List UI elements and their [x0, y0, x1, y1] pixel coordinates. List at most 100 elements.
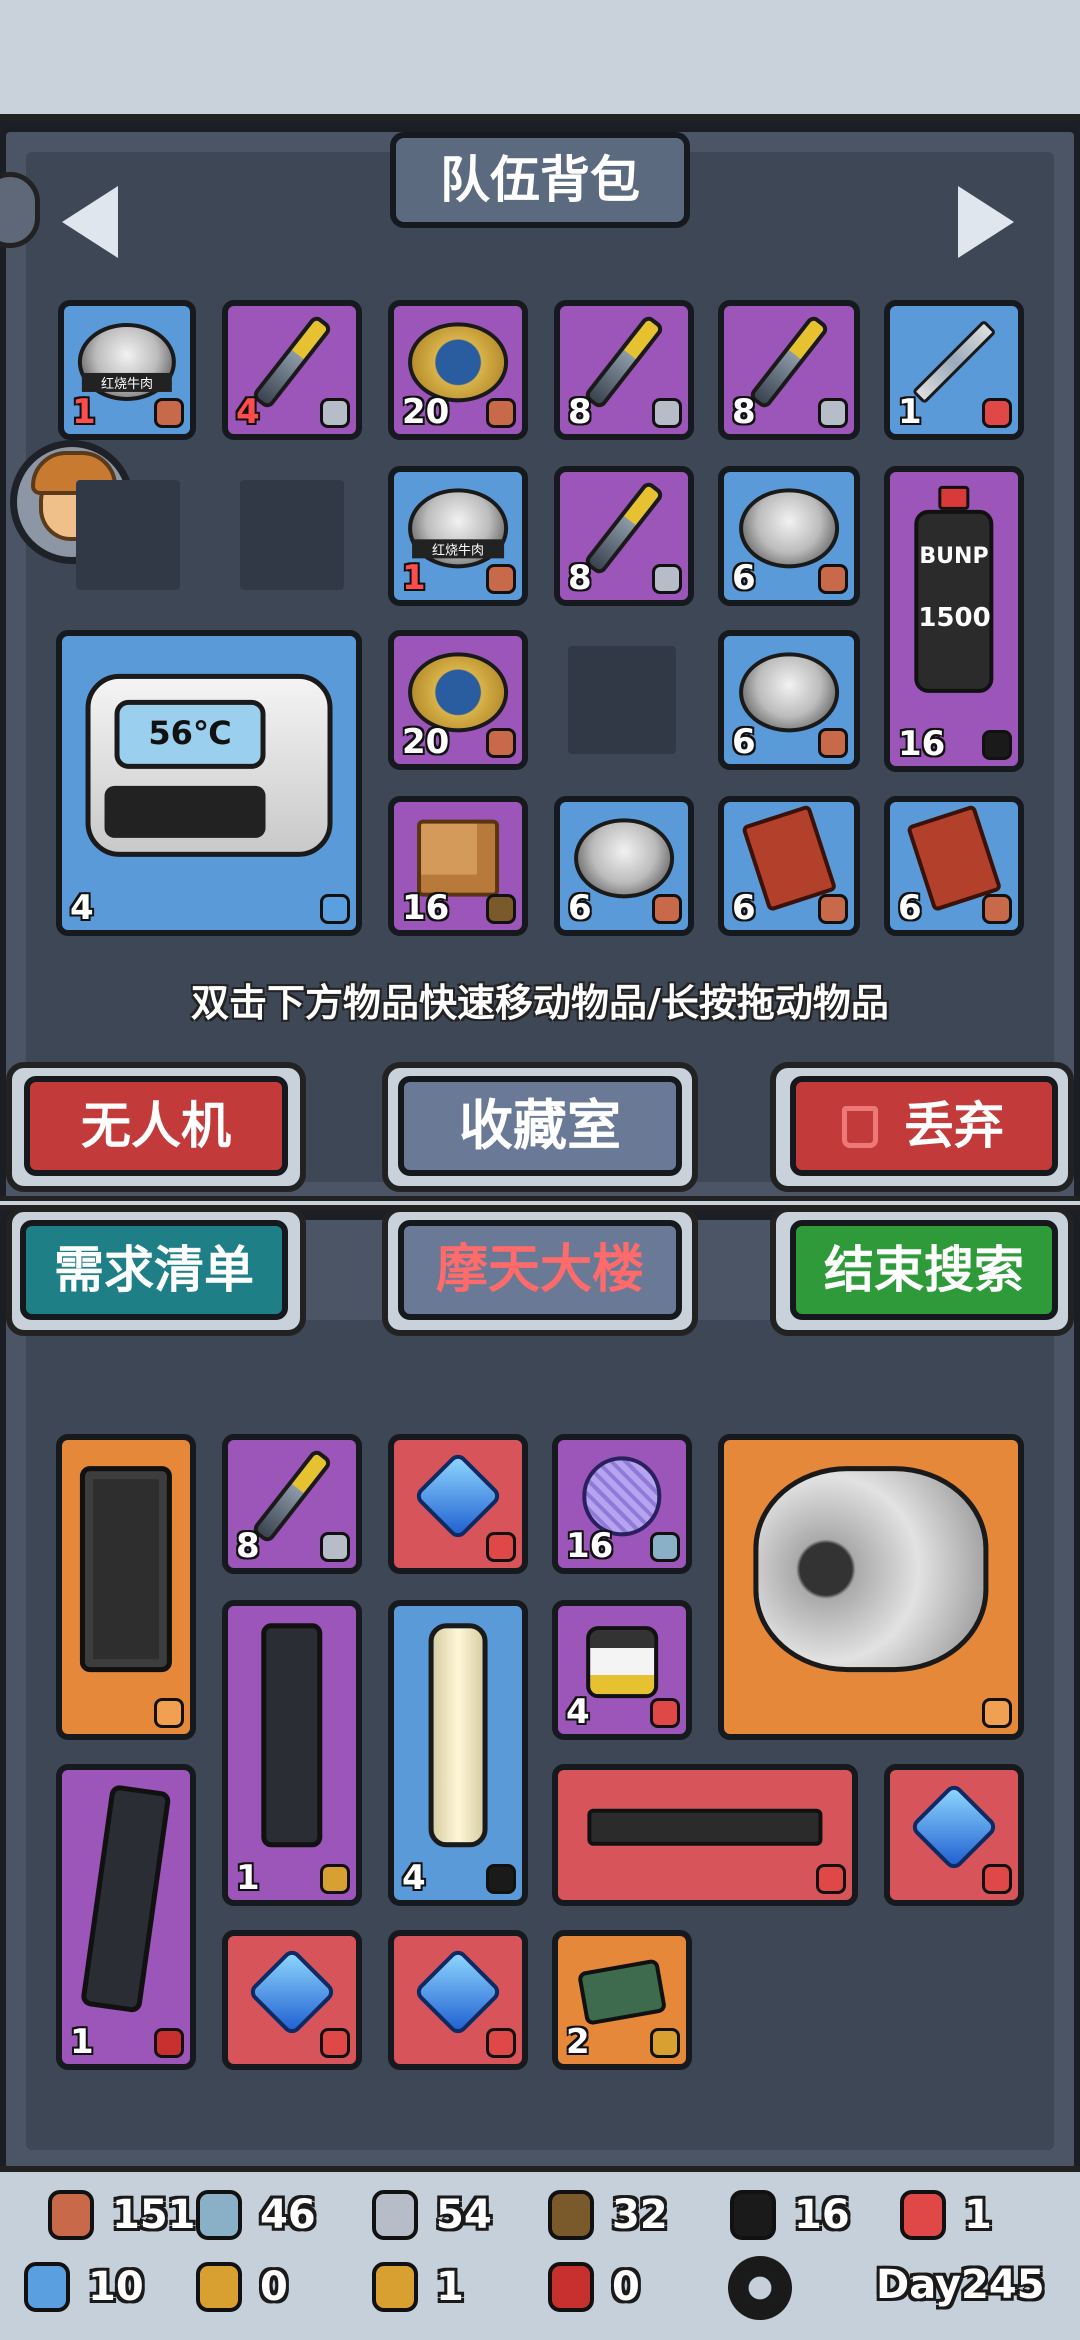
loot-slot[interactable] [718, 1434, 1024, 1740]
iron-icon [320, 1532, 350, 1562]
item-count: 4 [566, 1692, 590, 1732]
meat-icon [818, 894, 848, 924]
bag-slot[interactable]: 8 [554, 300, 694, 440]
loot-slot[interactable] [884, 1764, 1024, 1906]
bag-slot[interactable]: 红烧牛肉 1 [58, 300, 196, 440]
pill-icon [982, 398, 1012, 428]
empty-slot[interactable] [240, 480, 344, 590]
bag-slot[interactable]: 16 [388, 796, 528, 936]
iron-icon [652, 564, 682, 594]
item-count: 2 [566, 2022, 590, 2062]
drone-button[interactable]: 无人机 [24, 1076, 288, 1176]
bag-slot[interactable]: 4 [222, 300, 362, 440]
next-page-arrow-icon[interactable] [958, 186, 1014, 258]
knife-icon [250, 1447, 334, 1545]
loot-slot[interactable]: 1 [222, 1600, 362, 1906]
thermostat-icon: 56℃ [85, 674, 333, 857]
blue-gem-icon [908, 1781, 1000, 1873]
item-count: 16 [898, 724, 946, 764]
bag-slot[interactable]: 6 [718, 466, 860, 606]
rank-ur-icon [816, 1864, 846, 1894]
loot-slot[interactable] [222, 1930, 362, 2070]
bag-slot[interactable]: 20 [388, 300, 528, 440]
item-count: 6 [732, 888, 756, 928]
shells-icon [154, 2028, 184, 2058]
knife-icon [747, 313, 831, 411]
item-count: 8 [732, 392, 756, 432]
bag-slot[interactable]: 8 [554, 466, 694, 606]
item-count: 16 [402, 888, 450, 928]
bag-slot[interactable]: 6 [718, 796, 860, 936]
knife-icon [582, 313, 666, 411]
loot-slot[interactable] [388, 1930, 528, 2070]
bag-slot[interactable]: 6 [718, 630, 860, 770]
knife-icon [250, 313, 334, 411]
loot-slot[interactable]: 8 [222, 1434, 362, 1574]
item-count: 8 [568, 392, 592, 432]
item-count: 1 [898, 392, 922, 432]
trash-icon [842, 1106, 878, 1148]
loot-slot[interactable] [552, 1764, 858, 1906]
assault-rifle-icon [587, 1808, 823, 1846]
hint-text: 双击下方物品快速移动物品/长按拖动物品 [191, 981, 889, 1025]
bag-slot[interactable]: 56℃ 4 [56, 630, 362, 936]
empty-slot[interactable] [568, 646, 676, 754]
loot-slot[interactable] [388, 1434, 528, 1574]
item-count: 6 [898, 888, 922, 928]
resource-count: 16 [794, 2192, 850, 2238]
canned-beef-icon [574, 818, 674, 898]
lantern-icon [428, 1623, 488, 1848]
loot-slot[interactable]: 4 [388, 1600, 528, 1906]
ammo-box-icon [577, 1958, 667, 2026]
bullets-icon [372, 2262, 418, 2312]
loot-slot[interactable]: 2 [552, 1930, 692, 2070]
location-title: 摩天大楼 [398, 1220, 682, 1320]
thermostat-display: 56℃ [114, 699, 266, 769]
blue-gem-icon [412, 1451, 504, 1542]
need-list-button[interactable]: 需求清单 [20, 1220, 288, 1320]
meat-icon [154, 398, 184, 428]
cloth-icon [650, 1532, 680, 1562]
oil-icon [730, 2190, 776, 2240]
end-search-button[interactable]: 结束搜索 [790, 1220, 1058, 1320]
bag-slot[interactable]: 1 [884, 300, 1024, 440]
canned-beef-icon [739, 652, 839, 732]
battery-icon [24, 2262, 70, 2312]
empty-slot[interactable] [76, 480, 180, 590]
item-count: 8 [568, 558, 592, 598]
loot-slot[interactable]: 4 [552, 1600, 692, 1740]
bottle-cap [938, 486, 970, 511]
item-count: 4 [236, 392, 260, 432]
item-count: 8 [236, 1526, 260, 1566]
bag-slot[interactable]: BUNP 1500 16 [884, 466, 1024, 772]
gear-icon[interactable] [728, 2256, 792, 2320]
meat-icon [982, 894, 1012, 924]
bag-slot[interactable]: 6 [884, 796, 1024, 936]
collection-room-button[interactable]: 收藏室 [398, 1076, 682, 1176]
resource-count: 0 [260, 2264, 288, 2310]
item-count: 16 [566, 1526, 614, 1566]
resource-count: 1 [436, 2264, 464, 2310]
canned-food-gold-icon [408, 322, 508, 402]
bag-slot[interactable]: 8 [718, 300, 860, 440]
item-count: 1 [236, 1858, 260, 1898]
bag-slot[interactable]: 20 [388, 630, 528, 770]
bag-slot[interactable]: 红烧牛肉 1 [388, 466, 528, 606]
discard-button[interactable]: 丢弃 [790, 1076, 1058, 1176]
item-count: 1 [72, 392, 96, 432]
ammo-crate-icon [79, 1466, 173, 1673]
rank-ur-icon [982, 1864, 1012, 1894]
engine-part-icon [753, 1466, 989, 1673]
bag-slot[interactable]: 6 [554, 796, 694, 936]
day-counter: Day245 [876, 2262, 1045, 2308]
iron-icon [818, 398, 848, 428]
resource-count: 0 [612, 2264, 640, 2310]
meat-icon [486, 564, 516, 594]
loot-slot[interactable]: 1 [56, 1764, 196, 2070]
cloth-icon [196, 2190, 242, 2240]
loot-slot[interactable] [56, 1434, 196, 1740]
prev-page-arrow-icon[interactable] [62, 186, 118, 258]
rank-s-icon [154, 1698, 184, 1728]
loot-slot[interactable]: 16 [552, 1434, 692, 1574]
resource-count: 32 [612, 2192, 668, 2238]
